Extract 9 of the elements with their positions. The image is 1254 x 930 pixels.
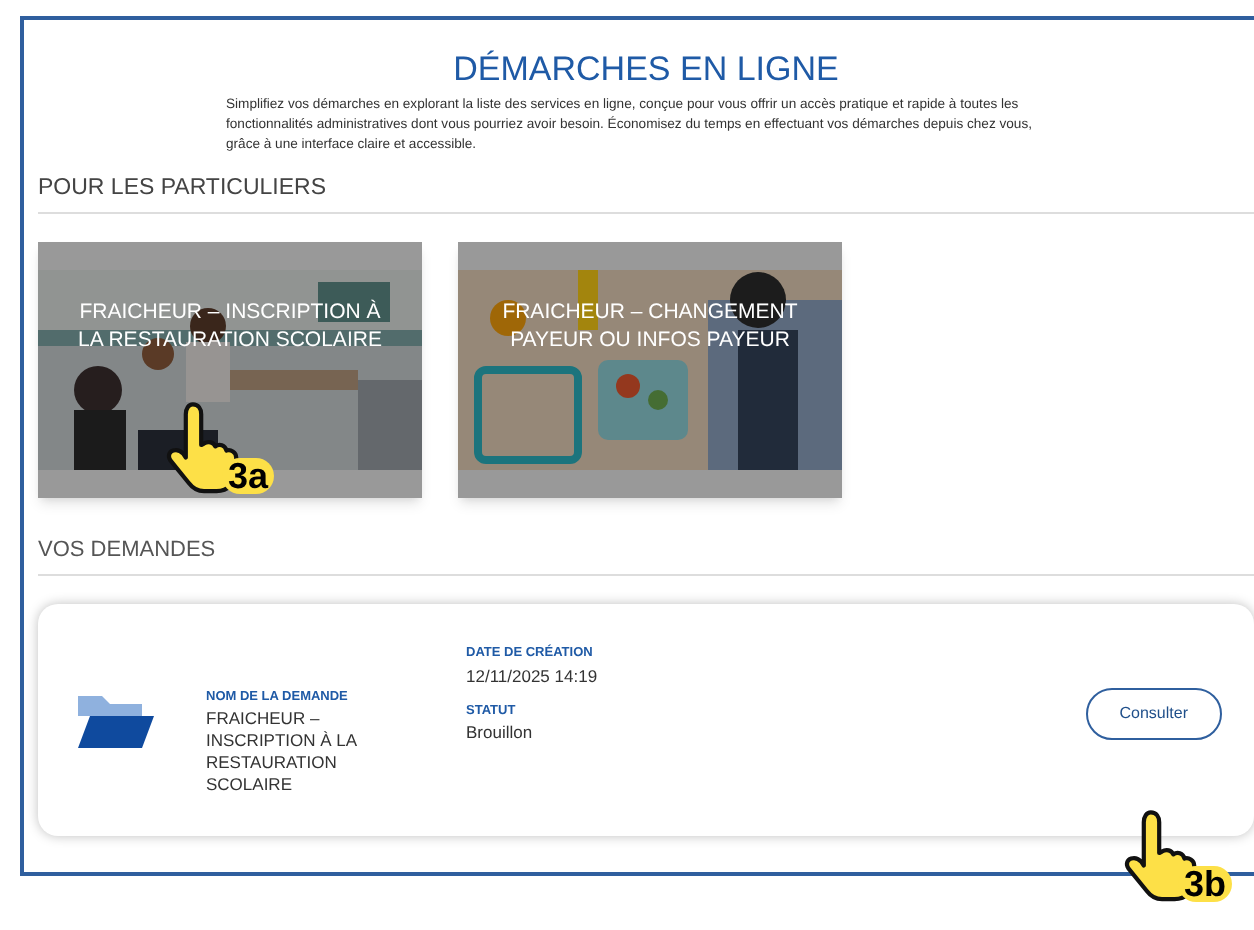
request-status: Brouillon — [466, 720, 535, 746]
consult-button[interactable]: Consulter — [1085, 688, 1222, 740]
page-title: DÉMARCHES EN LIGNE — [451, 48, 841, 91]
request-name: FRAICHEUR – INSCRIPTION À LA RESTAURATION SCOLAIRE — [206, 707, 359, 796]
step-label: 3b — [1177, 866, 1232, 902]
creation-date: 12/11/2025 14:19 — [466, 663, 598, 689]
section-heading: POUR LES PARTICULIERS — [38, 172, 1254, 213]
folder-icon — [74, 692, 154, 752]
section-heading: VOS DEMANDES — [38, 533, 1254, 576]
